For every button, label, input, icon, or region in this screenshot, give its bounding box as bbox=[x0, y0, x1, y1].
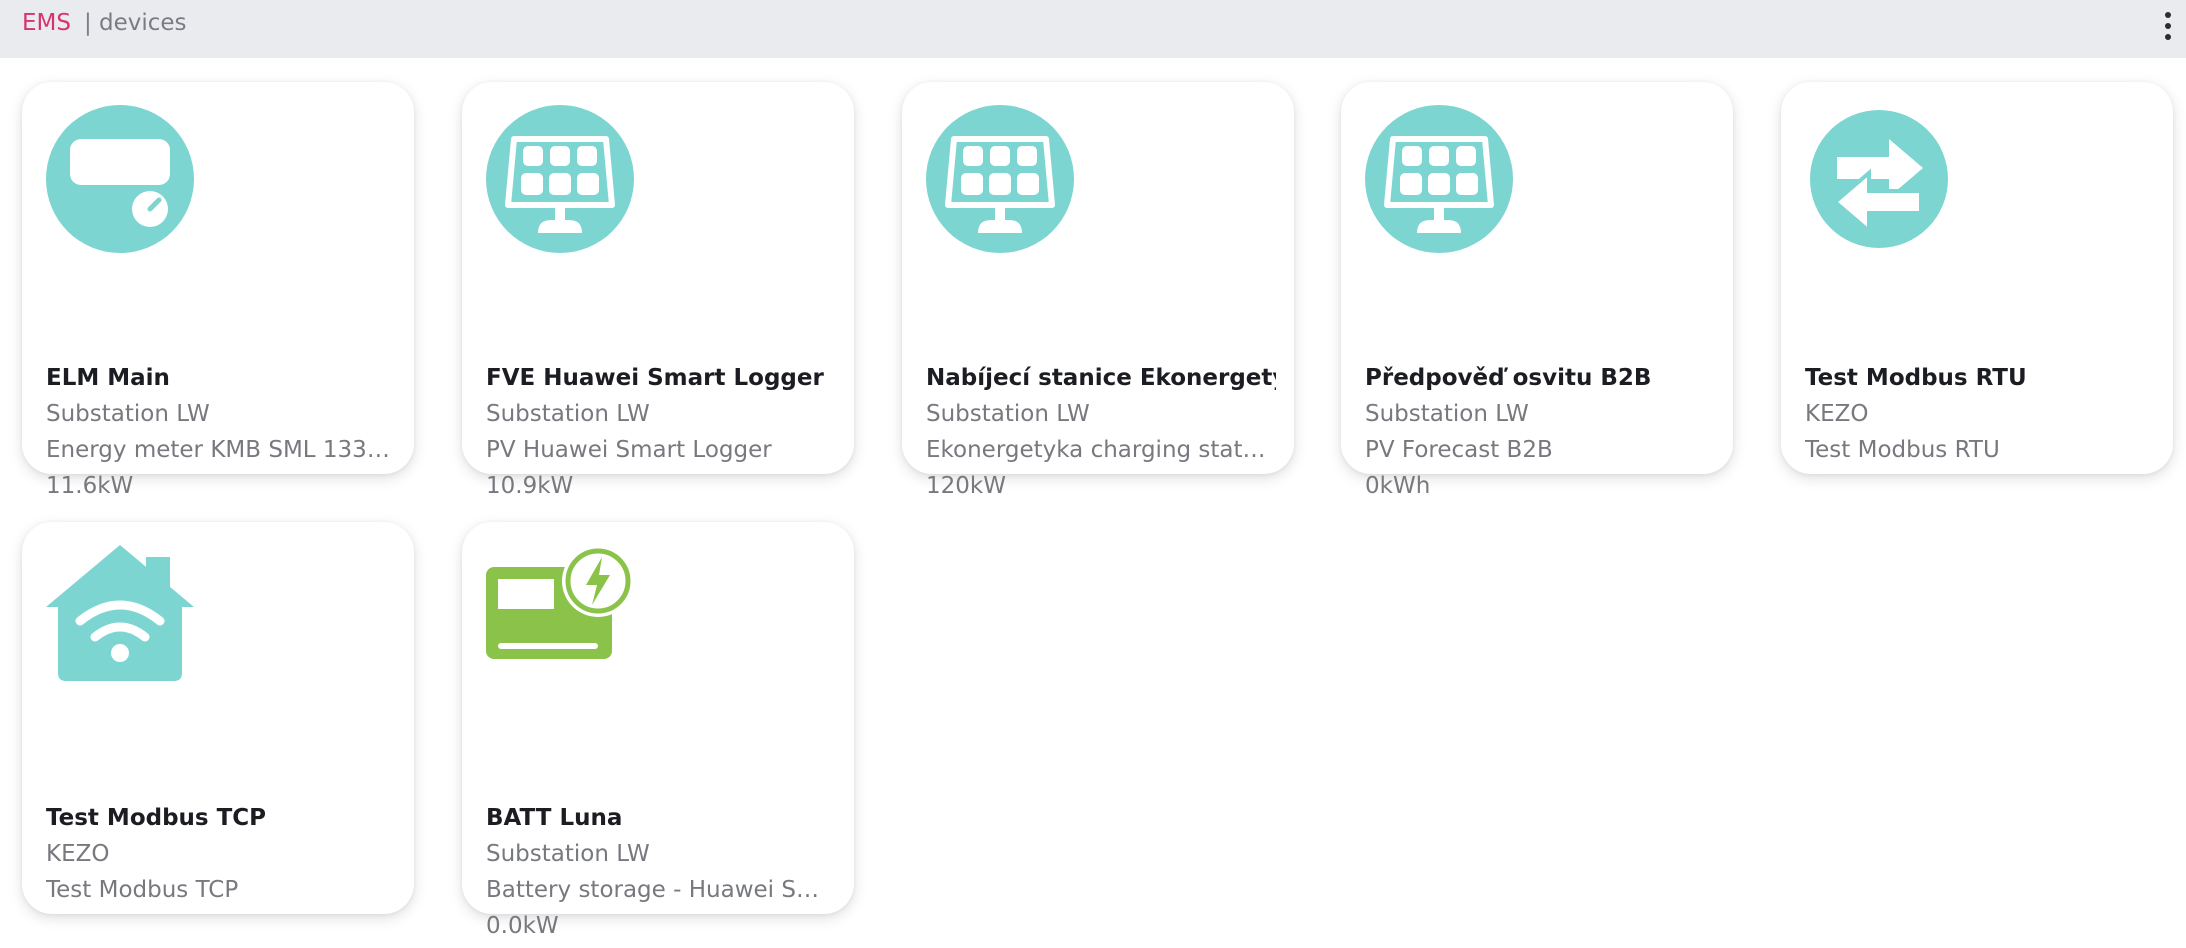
device-type: PV Forecast B2B bbox=[1365, 437, 1553, 463]
device-type: Test Modbus TCP bbox=[46, 877, 239, 903]
device-value: 11.6kW bbox=[46, 473, 134, 499]
device-site: KEZO bbox=[46, 841, 110, 867]
breadcrumb-page: devices bbox=[99, 10, 187, 36]
device-value: 0.0kW bbox=[486, 913, 559, 939]
device-site: Substation LW bbox=[46, 401, 210, 427]
device-type: Ekonergetyka charging station bbox=[926, 437, 1271, 463]
device-site: Substation LW bbox=[1365, 401, 1529, 427]
smart-home-wifi-icon bbox=[46, 545, 194, 693]
device-card[interactable]: Nabíjecí stanice Ekonergetyka Substation… bbox=[902, 82, 1294, 499]
solar-panel-icon bbox=[1365, 105, 1513, 253]
device-type: Test Modbus RTU bbox=[1805, 437, 2000, 463]
device-card[interactable]: FVE Huawei Smart Logger Substation LW PV… bbox=[462, 82, 854, 499]
device-card[interactable]: Předpověď osvitu B2B Substation LW PV Fo… bbox=[1341, 82, 1733, 499]
device-type: Battery storage - Huawei Sma… bbox=[486, 877, 831, 903]
device-site: Substation LW bbox=[926, 401, 1090, 427]
device-name: FVE Huawei Smart Logger bbox=[486, 365, 824, 391]
device-name: BATT Luna bbox=[486, 805, 623, 831]
device-value: 0kWh bbox=[1365, 473, 1431, 499]
device-site: Substation LW bbox=[486, 401, 650, 427]
exchange-arrows-icon bbox=[1805, 105, 1953, 253]
battery-charge-icon bbox=[486, 545, 634, 693]
device-type: Energy meter KMB SML 133 … bbox=[46, 437, 391, 463]
device-site: KEZO bbox=[1805, 401, 1869, 427]
device-site: Substation LW bbox=[486, 841, 650, 867]
more-vertical-icon[interactable] bbox=[2158, 8, 2178, 44]
device-name: Test Modbus RTU bbox=[1805, 365, 2027, 391]
device-name: Test Modbus TCP bbox=[46, 805, 267, 831]
energy-meter-icon bbox=[46, 105, 194, 253]
device-card[interactable]: BATT Luna Substation LW Battery storage … bbox=[462, 522, 854, 939]
top-bar: EMS | devices bbox=[0, 0, 2186, 58]
device-name: Nabíjecí stanice Ekonergetyka bbox=[926, 365, 1276, 391]
device-card[interactable]: Test Modbus TCP KEZO Test Modbus TCP bbox=[22, 522, 414, 914]
breadcrumb-separator: | bbox=[84, 10, 92, 36]
device-type: PV Huawei Smart Logger bbox=[486, 437, 772, 463]
breadcrumb-app[interactable]: EMS bbox=[22, 10, 71, 36]
solar-panel-icon bbox=[926, 105, 1074, 253]
device-card[interactable]: ELM Main Substation LW Energy meter KMB … bbox=[22, 82, 414, 499]
device-card[interactable]: Test Modbus RTU KEZO Test Modbus RTU bbox=[1781, 82, 2173, 474]
device-name: ELM Main bbox=[46, 365, 170, 391]
device-name: Předpověď osvitu B2B bbox=[1365, 365, 1652, 391]
solar-panel-icon bbox=[486, 105, 634, 253]
device-value: 10.9kW bbox=[486, 473, 574, 499]
device-value: 120kW bbox=[926, 473, 1006, 499]
